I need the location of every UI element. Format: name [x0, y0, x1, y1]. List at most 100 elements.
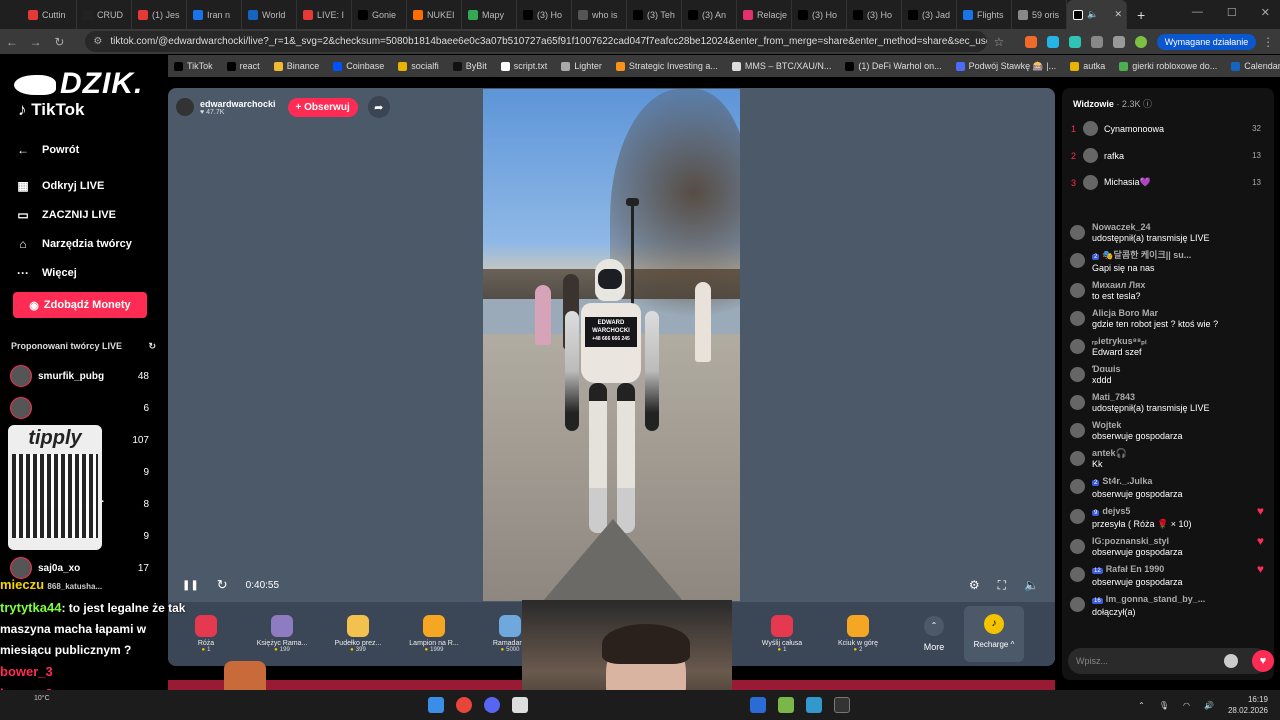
speaker-icon[interactable]: 🔊: [1204, 701, 1214, 710]
chat-username[interactable]: Mati_7843: [1092, 392, 1135, 402]
browser-tab[interactable]: Flights: [957, 0, 1012, 29]
chat-message[interactable]: ♥ IG:poznanski_styl obserwuje gospodarza: [1068, 535, 1268, 558]
close-window-icon[interactable]: ✕: [1261, 6, 1270, 19]
wifi-icon[interactable]: ◠: [1183, 701, 1190, 710]
bookmark-item[interactable]: Binance: [273, 61, 319, 71]
creator-item[interactable]: smurfik_pubg 48: [10, 360, 155, 392]
browser-tab[interactable]: (3) Teh: [627, 0, 682, 29]
browser-tab[interactable]: Gonie: [352, 0, 407, 29]
bookmark-item[interactable]: autka: [1070, 61, 1105, 71]
forward-icon[interactable]: →: [24, 35, 48, 49]
mute-icon[interactable]: 🔈: [1087, 9, 1098, 20]
bookmark-star-icon[interactable]: ☆: [987, 35, 1011, 49]
tiktok-logo[interactable]: ♪ TikTok: [18, 100, 84, 120]
clock[interactable]: 16:19 28.02.2026: [1228, 694, 1268, 716]
back-icon[interactable]: ←: [0, 35, 24, 49]
chat-message[interactable]: Wojtek obserwuje gospodarza: [1068, 420, 1268, 442]
chat-message[interactable]: 16 Im_gonna_stand_by_... dołączył(a): [1068, 594, 1268, 618]
chat-username[interactable]: dejvs5: [1102, 506, 1130, 516]
chat-username[interactable]: Im_gonna_stand_by_...: [1106, 594, 1206, 604]
app-icon[interactable]: [750, 697, 766, 713]
bookmark-item[interactable]: script.txt: [500, 61, 547, 71]
gift-item[interactable]: Lampion na R...1999: [396, 615, 472, 653]
menu-dots-icon[interactable]: ⋮: [1256, 35, 1280, 49]
chat-username[interactable]: Nowaczek_24: [1092, 222, 1151, 232]
extension-icon[interactable]: [1046, 35, 1059, 48]
bookmark-item[interactable]: Calendar | Forex Fac...: [1231, 61, 1280, 71]
extension-icon[interactable]: [1068, 35, 1081, 48]
app-icon[interactable]: [778, 697, 794, 713]
chat-username[interactable]: Alicja Boro Mar: [1092, 308, 1158, 318]
chat-message[interactable]: Alicja Boro Mar gdzie ten robot jest ? kt…: [1068, 308, 1268, 330]
mic-icon[interactable]: 🎙: [1159, 701, 1169, 710]
chat-message[interactable]: 2 🎭달콤한 케이크|| su... Gapi się na nas: [1068, 250, 1268, 274]
bookmark-item[interactable]: Podwój Stawkę 🎰 |...: [955, 61, 1056, 72]
browser-tab[interactable]: World: [242, 0, 297, 29]
url-field[interactable]: ⚙ tiktok.com/@edwardwarchocki/live?_r=1&…: [85, 31, 987, 52]
chat-username[interactable]: antek🎧: [1092, 448, 1127, 458]
host-name[interactable]: edwardwarchocki: [200, 99, 276, 109]
action-required-button[interactable]: Wymagane działanie: [1156, 33, 1257, 50]
top-viewer-row[interactable]: 1 Cynamonoowa 32: [1071, 115, 1271, 142]
browser-tab[interactable]: (3) Ho: [792, 0, 847, 29]
discord-icon[interactable]: [484, 697, 500, 713]
gift-item[interactable]: Księżyc Rama...199: [244, 615, 320, 653]
browser-tab[interactable]: who is: [572, 0, 627, 29]
terminal-icon[interactable]: [834, 697, 850, 713]
refresh-icon[interactable]: ↻: [148, 341, 156, 352]
bookmark-item[interactable]: gierki robloxowe do...: [1119, 61, 1217, 71]
sidebar-item-more[interactable]: ··· Więcej: [16, 258, 166, 287]
browser-tab[interactable]: (3) Jad: [902, 0, 957, 29]
app-icon[interactable]: [512, 697, 528, 713]
sidebar-item-creator-tools[interactable]: ⌂ Narzędzia twórcy: [16, 229, 166, 258]
gift-item[interactable]: Pudełko prez...399: [320, 615, 396, 653]
puzzle-icon[interactable]: [1090, 35, 1103, 48]
maximize-icon[interactable]: ☐: [1227, 6, 1237, 19]
sidebar-item-start-live[interactable]: ▭ ZACZNIJ LIVE: [16, 200, 166, 229]
share-icon[interactable]: ➦: [367, 96, 390, 118]
back-link[interactable]: ← Powrót: [16, 135, 166, 164]
info-icon[interactable]: ⓘ: [1143, 99, 1152, 109]
chat-message[interactable]: Nowaczek_24 udostępnił(a) transmisję LIVE: [1068, 222, 1268, 244]
sidebar-item-discover-live[interactable]: ▦ Odkryj LIVE: [16, 171, 166, 200]
browser-tab[interactable]: (3) An: [682, 0, 737, 29]
browser-tab[interactable]: Iran n: [187, 0, 242, 29]
chat-message[interactable]: Михаил Лях to est tesla?: [1068, 280, 1268, 302]
minimize-icon[interactable]: —: [1192, 6, 1203, 19]
chrome-icon[interactable]: [456, 697, 472, 713]
windows-start-icon[interactable]: [428, 697, 444, 713]
creator-item[interactable]: 6: [10, 392, 155, 424]
get-coins-button[interactable]: ◉ Zdobądź Monety: [13, 292, 147, 318]
chat-message[interactable]: Ɗɑɯis xddd: [1068, 364, 1268, 386]
host-avatar[interactable]: [176, 98, 194, 116]
extension-icon[interactable]: [1024, 35, 1037, 48]
browser-tab[interactable]: Mapy: [462, 0, 517, 29]
chat-message[interactable]: antek🎧 Kk: [1068, 448, 1268, 470]
browser-tab[interactable]: Cuttin: [22, 0, 77, 29]
bookmark-item[interactable]: Coinbase: [333, 61, 384, 71]
bookmark-item[interactable]: Strategic Investing a...: [615, 61, 718, 71]
chat-message[interactable]: Mati_7843 udostępnił(a) transmisję LIVE: [1068, 392, 1268, 414]
close-tab-icon[interactable]: ✕: [1114, 9, 1122, 20]
browser-tab[interactable]: (1) Jes: [132, 0, 187, 29]
site-info-icon[interactable]: ⚙: [93, 36, 102, 47]
follow-button[interactable]: + Obserwuj: [287, 97, 358, 117]
active-tab[interactable]: 🔈 ✕: [1067, 0, 1127, 29]
live-video[interactable]: EDWARD WARCHOCKI +48 666 666 245: [483, 89, 740, 601]
chat-username[interactable]: Wojtek: [1092, 420, 1121, 430]
top-viewer-row[interactable]: 3 Michasia💜 13: [1071, 169, 1271, 196]
browser-tab[interactable]: (3) Ho: [847, 0, 902, 29]
browser-tab[interactable]: CRUD: [77, 0, 132, 29]
chat-input[interactable]: Wpisz... ♥: [1068, 648, 1274, 674]
browser-tab[interactable]: 59 oris: [1012, 0, 1067, 29]
browser-tab[interactable]: Relacje: [737, 0, 792, 29]
gift-item[interactable]: Wyślij całusa1: [744, 615, 820, 653]
chat-username[interactable]: 🎭달콤한 케이크|| su...: [1102, 250, 1191, 260]
bookmark-item[interactable]: MMS – BTC/XAU/N...: [731, 61, 831, 71]
media-icon[interactable]: [1112, 35, 1125, 48]
chat-username[interactable]: Ɗɑɯis: [1092, 364, 1121, 374]
chat-username[interactable]: Михаил Лях: [1092, 280, 1145, 290]
notepad-icon[interactable]: [806, 697, 822, 713]
chevron-up-icon[interactable]: ⌃: [1138, 701, 1145, 710]
chat-message[interactable]: ♥ 12 Rafał En 1990 obserwuje gospodarza: [1068, 563, 1268, 588]
